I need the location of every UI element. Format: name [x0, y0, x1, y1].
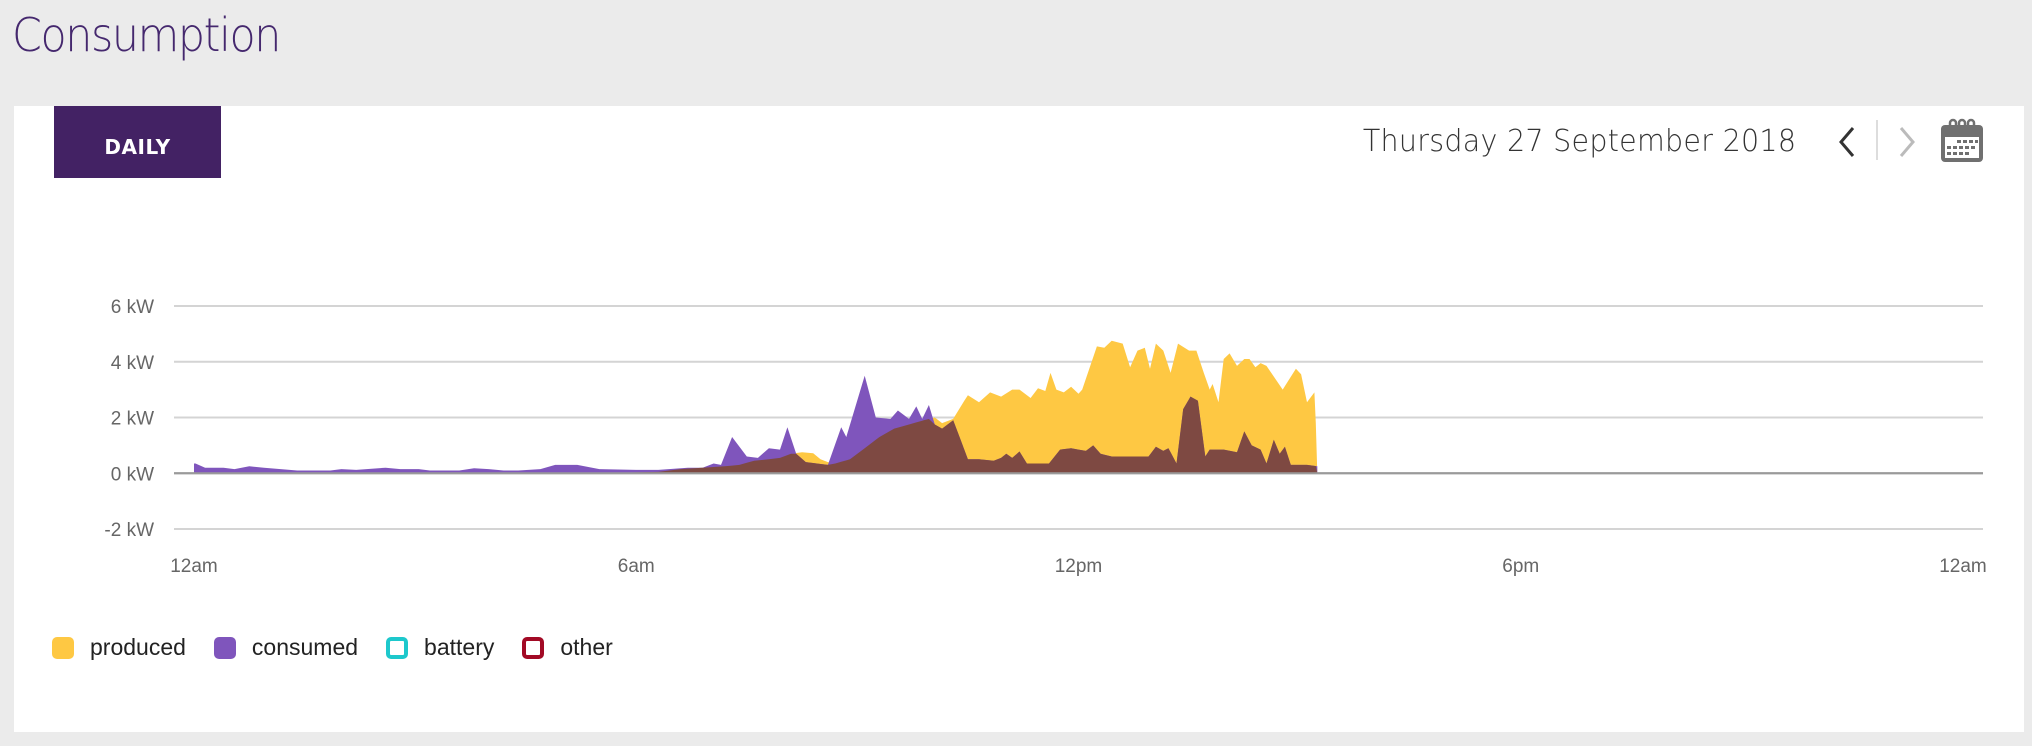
legend-item-other[interactable]: other: [522, 634, 613, 661]
y-tick-label: 0 kW: [111, 464, 154, 485]
page-title: Consumption: [12, 8, 281, 62]
x-tick-label: 12am: [170, 556, 218, 577]
consumption-chart: 6 kW 4 kW 2 kW 0 kW -2 kW 12am 6am 12pm 6pm 12am: [104, 297, 1987, 577]
legend-swatch-produced: [52, 636, 74, 659]
y-tick-label: -2 kW: [104, 520, 154, 541]
x-tick-label: 12pm: [1055, 556, 1103, 577]
legend-label: battery: [424, 634, 495, 660]
legend-swatch-other: [522, 636, 545, 659]
legend-swatch-consumed: [213, 636, 236, 659]
legend-swatch-battery: [386, 636, 409, 659]
y-tick-label: 2 kW: [111, 409, 154, 430]
legend-item-consumed[interactable]: consumed: [213, 634, 359, 661]
y-tick-label: 6 kW: [111, 297, 154, 318]
x-tick-label: 12am: [1939, 556, 1987, 577]
legend-label: other: [560, 634, 613, 660]
legend-item-battery[interactable]: battery: [386, 634, 494, 661]
y-tick-label: 4 kW: [111, 353, 154, 374]
chart-legend: produced consumed battery other: [52, 634, 641, 661]
x-tick-label: 6pm: [1502, 556, 1539, 577]
series-area-produced: [194, 340, 1318, 474]
x-tick-label: 6am: [618, 556, 655, 577]
legend-label: consumed: [251, 634, 359, 660]
legend-item-produced[interactable]: produced: [52, 634, 186, 661]
legend-label: produced: [90, 634, 186, 660]
area-layer: [194, 340, 1318, 474]
chart-card: DAILY Thursday 27 September 2018 6 kW 4 …: [14, 106, 2024, 732]
